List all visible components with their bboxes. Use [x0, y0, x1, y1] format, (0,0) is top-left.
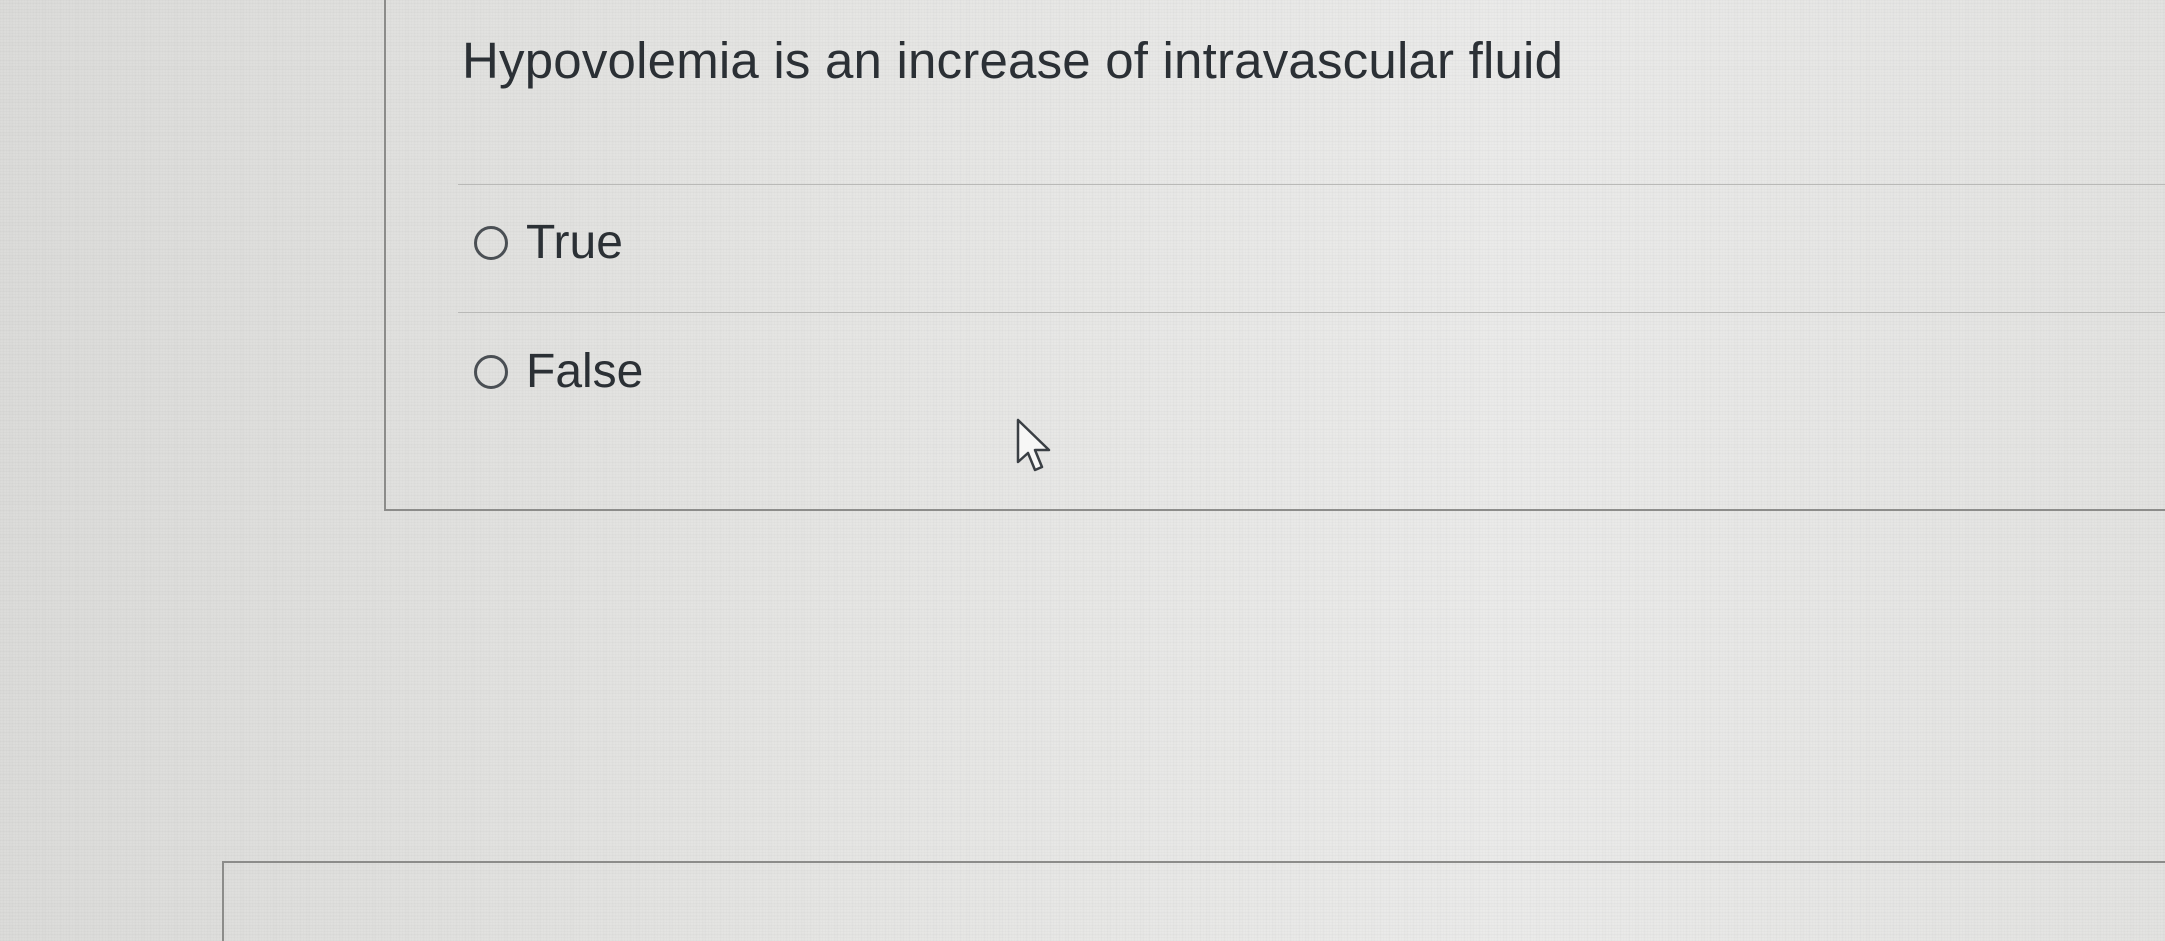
answer-label-false: False — [526, 345, 644, 398]
answer-option-false[interactable]: False — [474, 340, 643, 404]
answer-divider — [458, 312, 2165, 313]
arrow-pointer-icon — [1016, 418, 1051, 472]
question-card: Hypovolemia is an increase of intravascu… — [384, 0, 2165, 511]
answer-label-true: True — [526, 216, 623, 269]
radio-button-false[interactable] — [474, 355, 508, 389]
next-question-card — [222, 861, 2165, 941]
question-text: Hypovolemia is an increase of intravascu… — [462, 32, 1564, 89]
radio-button-true[interactable] — [474, 226, 508, 260]
answer-option-true[interactable]: True — [474, 211, 623, 275]
answer-divider — [458, 184, 2165, 185]
